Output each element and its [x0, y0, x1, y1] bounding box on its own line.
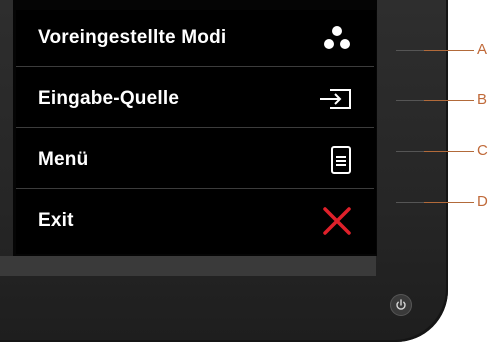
power-button[interactable] [390, 294, 412, 316]
hardware-button-b[interactable] [396, 100, 424, 101]
menu-item-label: Voreingestellte Modi [38, 27, 227, 48]
callout-line-b [424, 100, 474, 101]
callout-line-d [424, 202, 474, 203]
screen-bottom-edge [0, 256, 376, 276]
power-icon [396, 299, 406, 310]
menu-item-label: Eingabe-Quelle [38, 88, 180, 109]
three-dots-icon [322, 25, 352, 51]
callout-label-a: A [477, 41, 488, 58]
menu-item-input-source[interactable]: Eingabe-Quelle [16, 71, 374, 128]
callout-label-d: D [477, 193, 488, 210]
menu-item-menu[interactable]: Menü [16, 132, 374, 189]
menu-document-icon [330, 145, 352, 175]
hardware-button-c[interactable] [396, 151, 424, 152]
osd-menu: Voreingestellte Modi Eingabe-Quelle Menü [16, 10, 376, 254]
menu-item-label: Exit [38, 210, 74, 231]
close-icon [322, 206, 352, 236]
menu-item-exit[interactable]: Exit [16, 193, 374, 249]
input-source-icon [318, 88, 352, 110]
callout-line-a [424, 50, 474, 51]
menu-item-label: Menü [38, 149, 89, 170]
menu-item-preset-modes[interactable]: Voreingestellte Modi [16, 10, 374, 67]
hardware-button-a[interactable] [396, 50, 424, 51]
hardware-button-d[interactable] [396, 202, 424, 203]
callout-label-c: C [477, 142, 488, 159]
callout-line-c [424, 151, 474, 152]
callout-label-b: B [477, 91, 488, 108]
